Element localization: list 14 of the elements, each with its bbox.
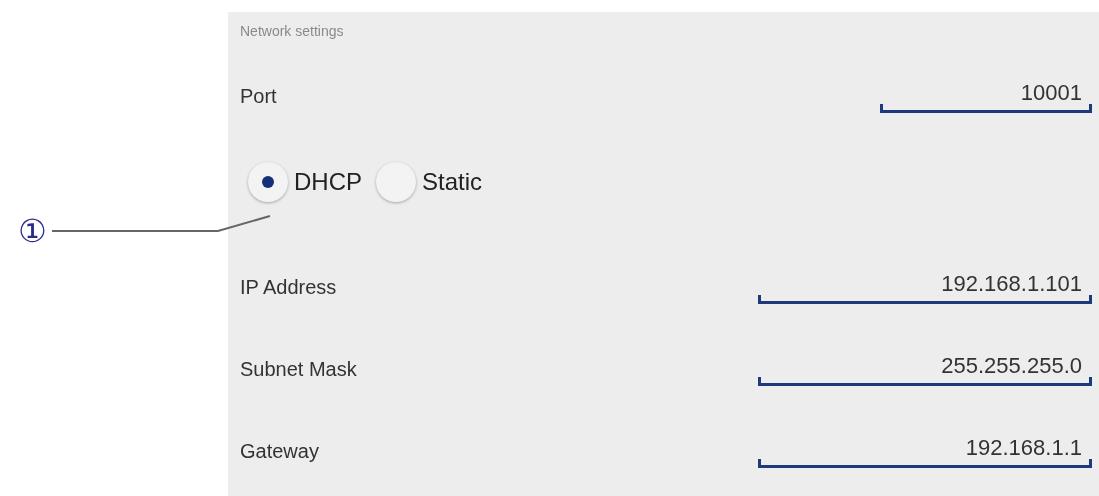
input-field[interactable]: 192.168.1.101 xyxy=(758,270,1092,304)
field-label: Subnet Mask xyxy=(240,357,357,381)
input-field[interactable]: 255.255.255.0 xyxy=(758,352,1092,386)
field-label: IP Address xyxy=(240,275,337,299)
input-field[interactable]: 192.168.1.1 xyxy=(758,434,1092,468)
radio-label: Static xyxy=(422,168,483,196)
radio-button[interactable] xyxy=(248,162,288,202)
input-field[interactable]: 10001 xyxy=(880,79,1092,113)
field-label: Gateway xyxy=(240,439,319,463)
section-title: Network settings xyxy=(240,22,345,41)
radio-label: DHCP xyxy=(294,168,362,196)
radio-button[interactable] xyxy=(376,162,416,202)
callout-number: ① xyxy=(18,213,47,249)
field-label: Port xyxy=(240,84,277,108)
